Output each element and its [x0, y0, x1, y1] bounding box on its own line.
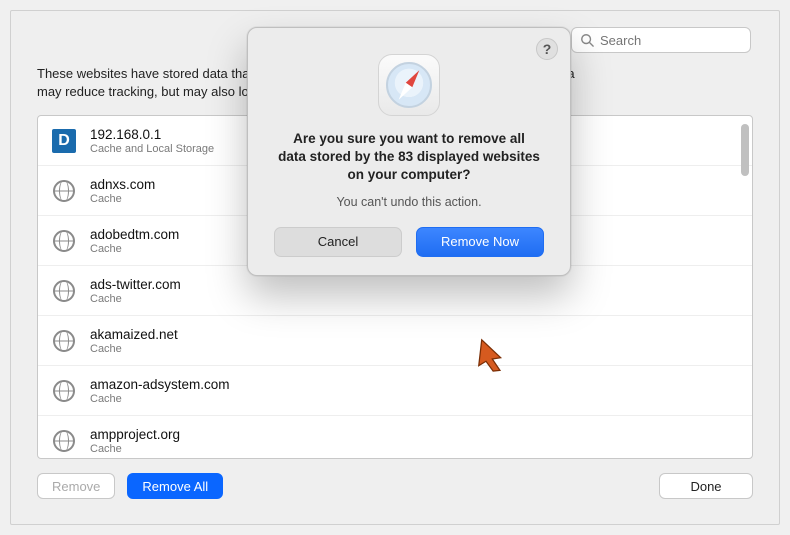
- row-host: ads-twitter.com: [90, 277, 181, 292]
- site-favicon-d-icon: D: [50, 127, 78, 155]
- row-host: amazon-adsystem.com: [90, 377, 230, 392]
- row-detail: Cache: [90, 443, 180, 455]
- row-host: adobedtm.com: [90, 227, 179, 242]
- row-detail: Cache: [90, 293, 181, 305]
- cancel-button[interactable]: Cancel: [274, 227, 402, 257]
- compass-icon: [386, 62, 432, 108]
- table-row[interactable]: ampproject.orgCache: [38, 416, 752, 458]
- row-detail: Cache: [90, 393, 230, 405]
- row-detail: Cache: [90, 243, 179, 255]
- table-row[interactable]: amazon-adsystem.comCache: [38, 366, 752, 416]
- confirm-remove-sheet: ? Are you sure you want to remove all da…: [247, 27, 571, 276]
- remove-button: Remove: [37, 473, 115, 499]
- row-text: adobedtm.comCache: [90, 227, 179, 255]
- row-text: ampproject.orgCache: [90, 427, 180, 455]
- alert-button-row: Cancel Remove Now: [268, 227, 550, 257]
- remove-now-button[interactable]: Remove Now: [416, 227, 544, 257]
- row-detail: Cache and Local Storage: [90, 143, 214, 155]
- footer-bar: Remove Remove All Done: [37, 473, 753, 499]
- website-data-pane: These websites have stored data that can…: [10, 10, 780, 525]
- row-text: amazon-adsystem.comCache: [90, 377, 230, 405]
- globe-icon: [50, 227, 78, 255]
- done-button[interactable]: Done: [659, 473, 753, 499]
- row-text: akamaized.netCache: [90, 327, 178, 355]
- row-host: adnxs.com: [90, 177, 155, 192]
- scrollbar-thumb[interactable]: [741, 124, 749, 176]
- globe-icon: [50, 427, 78, 455]
- remove-all-button[interactable]: Remove All: [127, 473, 223, 499]
- row-text: ads-twitter.comCache: [90, 277, 181, 305]
- globe-icon: [50, 277, 78, 305]
- row-host: ampproject.org: [90, 427, 180, 442]
- globe-icon: [50, 377, 78, 405]
- globe-icon: [50, 327, 78, 355]
- help-icon[interactable]: ?: [536, 38, 558, 60]
- globe-icon: [50, 177, 78, 205]
- search-input[interactable]: [600, 33, 742, 48]
- safari-app-icon: [378, 54, 440, 116]
- search-icon: [580, 33, 594, 47]
- search-field[interactable]: [571, 27, 751, 53]
- alert-subtitle: You can't undo this action.: [268, 195, 550, 209]
- row-text: adnxs.comCache: [90, 177, 155, 205]
- alert-title: Are you sure you want to remove all data…: [278, 130, 540, 185]
- row-host: akamaized.net: [90, 327, 178, 342]
- row-host: 192.168.0.1: [90, 127, 214, 142]
- row-detail: Cache: [90, 343, 178, 355]
- table-row[interactable]: akamaized.netCache: [38, 316, 752, 366]
- row-text: 192.168.0.1Cache and Local Storage: [90, 127, 214, 155]
- row-detail: Cache: [90, 193, 155, 205]
